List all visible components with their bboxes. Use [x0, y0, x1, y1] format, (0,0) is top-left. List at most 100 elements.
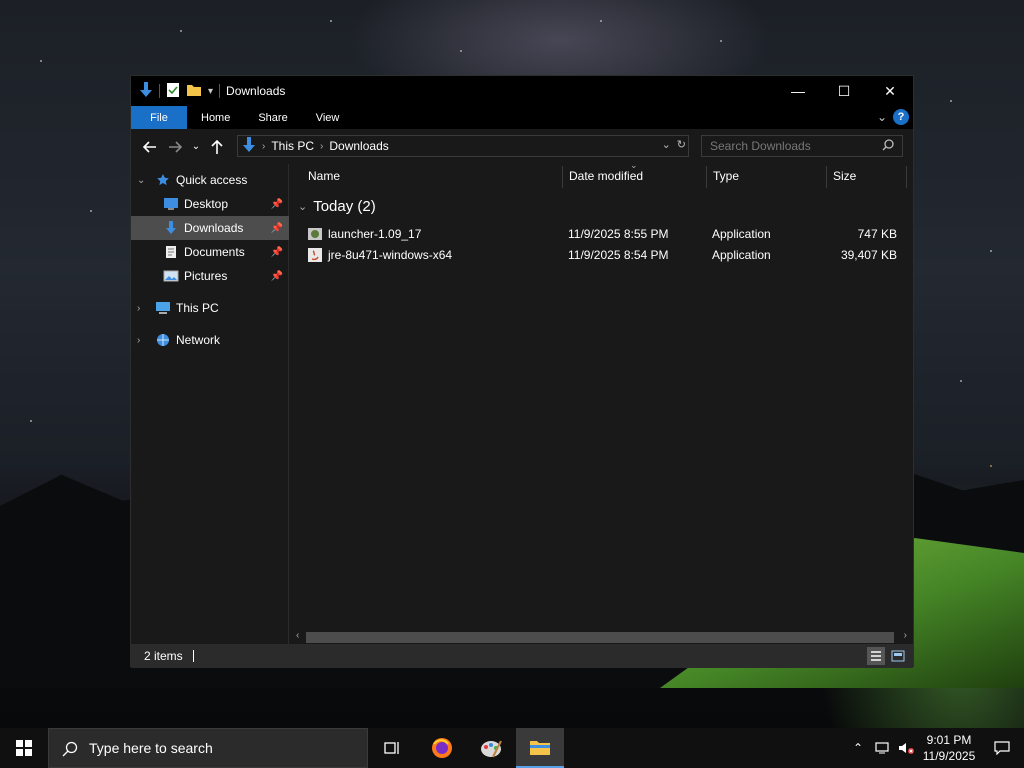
notification-icon [994, 741, 1010, 755]
pin-icon[interactable]: 📌 [271, 247, 283, 258]
application-icon [307, 226, 323, 242]
pictures-icon [163, 268, 179, 284]
large-icons-view-button[interactable] [889, 647, 907, 665]
scrollbar-thumb[interactable] [306, 632, 894, 643]
windows-logo-icon [16, 740, 32, 756]
sidebar-item-desktop[interactable]: Desktop 📌 [131, 192, 289, 216]
network-status-icon[interactable] [870, 728, 894, 768]
details-view-button[interactable] [867, 647, 885, 665]
taskbar-search-placeholder: Type here to search [89, 740, 213, 756]
search-icon [62, 741, 78, 760]
window-title: Downloads [226, 84, 286, 98]
search-icon [882, 139, 894, 154]
sidebar-label: Downloads [184, 221, 244, 235]
address-bar[interactable]: › This PC › Downloads ⌄ ↻ [237, 135, 689, 157]
sidebar-item-quick-access[interactable]: ⌄ Quick access [131, 168, 289, 192]
up-button[interactable] [206, 136, 228, 158]
horizontal-scrollbar[interactable]: ‹ › [290, 630, 913, 644]
close-button[interactable]: ✕ [867, 76, 913, 106]
firefox-icon [432, 738, 452, 758]
star-icon [155, 172, 171, 188]
java-installer-icon [307, 247, 323, 263]
refresh-icon[interactable]: ↻ [677, 138, 686, 151]
status-bar: 2 items [131, 644, 913, 668]
sidebar-label: This PC [176, 301, 219, 315]
ribbon-tabs: File Home Share View ⌄ ? [131, 106, 913, 129]
clock-time: 9:01 PM [926, 733, 972, 747]
file-row-launcher[interactable] [304, 300, 904, 320]
scroll-left-icon[interactable]: ‹ [296, 630, 299, 641]
start-button[interactable] [0, 728, 48, 768]
pin-icon[interactable]: 📌 [271, 199, 283, 210]
back-button[interactable] [139, 136, 161, 158]
taskbar-search[interactable]: Type here to search [48, 728, 368, 768]
file-type: Application [712, 227, 771, 241]
task-view-button[interactable] [368, 728, 416, 768]
system-tray: ⌃ 9:01 PM 11/9/2025 [846, 728, 1024, 768]
paint-button[interactable] [467, 728, 515, 768]
sidebar-label: Documents [184, 245, 245, 259]
scroll-right-icon[interactable]: › [904, 630, 907, 641]
table-row[interactable]: jre-8u471-windows-x64 11/9/2025 8:54 PM … [303, 245, 903, 265]
search-input[interactable]: Search Downloads [701, 135, 903, 157]
expand-ribbon-icon[interactable]: ⌄ [877, 110, 887, 124]
sidebar-item-this-pc[interactable]: › This PC [131, 296, 289, 320]
sidebar-item-pictures[interactable]: Pictures 📌 [131, 264, 289, 288]
navigation-bar: ⌄ › This PC › Downloads ⌄ ↻ Search Downl… [131, 129, 913, 164]
downloads-location-icon [242, 136, 256, 156]
file-explorer-button[interactable] [516, 728, 564, 768]
sidebar-label: Pictures [184, 269, 228, 283]
taskbar: Type here to search ⌃ 9:01 PM 11/9/2025 [0, 728, 1024, 768]
folder-icon [530, 741, 550, 755]
item-count: 2 items [144, 649, 183, 663]
tab-home[interactable]: Home [187, 106, 244, 129]
file-size: 747 KB [857, 227, 897, 241]
sidebar-label: Desktop [184, 197, 229, 211]
chevron-right-icon[interactable]: › [137, 335, 140, 346]
sidebar-label: Network [176, 333, 221, 347]
downloads-icon [163, 220, 179, 236]
firefox-button[interactable] [418, 728, 466, 768]
search-placeholder: Search Downloads [710, 139, 811, 153]
tab-view[interactable]: View [302, 106, 354, 129]
pin-icon[interactable]: 📌 [271, 223, 283, 234]
minimize-button[interactable]: — [775, 76, 821, 106]
clock-date: 11/9/2025 [922, 749, 976, 763]
breadcrumb-downloads[interactable]: Downloads [329, 139, 388, 153]
pin-icon[interactable]: 📌 [271, 271, 283, 282]
paint-palette-icon [481, 740, 502, 758]
file-rows: launcher-1.09_17 11/9/2025 8:55 PM Appli… [303, 224, 903, 268]
new-folder-icon[interactable] [186, 83, 202, 100]
recent-locations-button[interactable]: ⌄ [189, 136, 203, 158]
chevron-down-icon[interactable]: ⌄ [137, 175, 145, 186]
table-row[interactable]: launcher-1.09_17 11/9/2025 8:55 PM Appli… [303, 224, 903, 244]
quick-access-toolbar: ▾ [131, 81, 221, 101]
forward-button[interactable] [164, 136, 186, 158]
file-type: Application [712, 248, 771, 262]
task-view-icon [384, 742, 399, 754]
properties-icon[interactable] [166, 82, 180, 101]
download-arrow-icon [139, 81, 153, 101]
customize-dropdown-icon[interactable]: ▾ [208, 86, 213, 97]
sidebar-item-network[interactable]: › Network [131, 328, 289, 352]
tab-share[interactable]: Share [244, 106, 301, 129]
chevron-right-icon[interactable]: › [137, 303, 140, 314]
file-rows-container [289, 163, 912, 223]
sidebar-item-documents[interactable]: Documents 📌 [131, 240, 289, 264]
maximize-button[interactable]: ☐ [821, 76, 867, 106]
breadcrumb-this-pc[interactable]: This PC [271, 139, 314, 153]
navigation-pane: ⌄ Quick access Desktop 📌 Downloads 📌 Doc… [131, 164, 289, 644]
chevron-up-icon[interactable]: ⌃ [846, 728, 870, 768]
address-dropdown-icon[interactable]: ⌄ [662, 138, 671, 151]
file-name: jre-8u471-windows-x64 [328, 248, 453, 262]
clock[interactable]: 9:01 PM 11/9/2025 [918, 732, 980, 764]
sidebar-label: Quick access [176, 173, 248, 187]
notification-button[interactable] [980, 728, 1024, 768]
file-name: launcher-1.09_17 [328, 227, 422, 241]
tab-file[interactable]: File [131, 106, 187, 129]
title-bar: ▾ Downloads — ☐ ✕ [131, 76, 913, 106]
volume-muted-icon[interactable] [894, 728, 918, 768]
documents-icon [163, 244, 179, 260]
sidebar-item-downloads[interactable]: Downloads 📌 [131, 216, 289, 240]
help-button[interactable]: ? [893, 109, 909, 125]
